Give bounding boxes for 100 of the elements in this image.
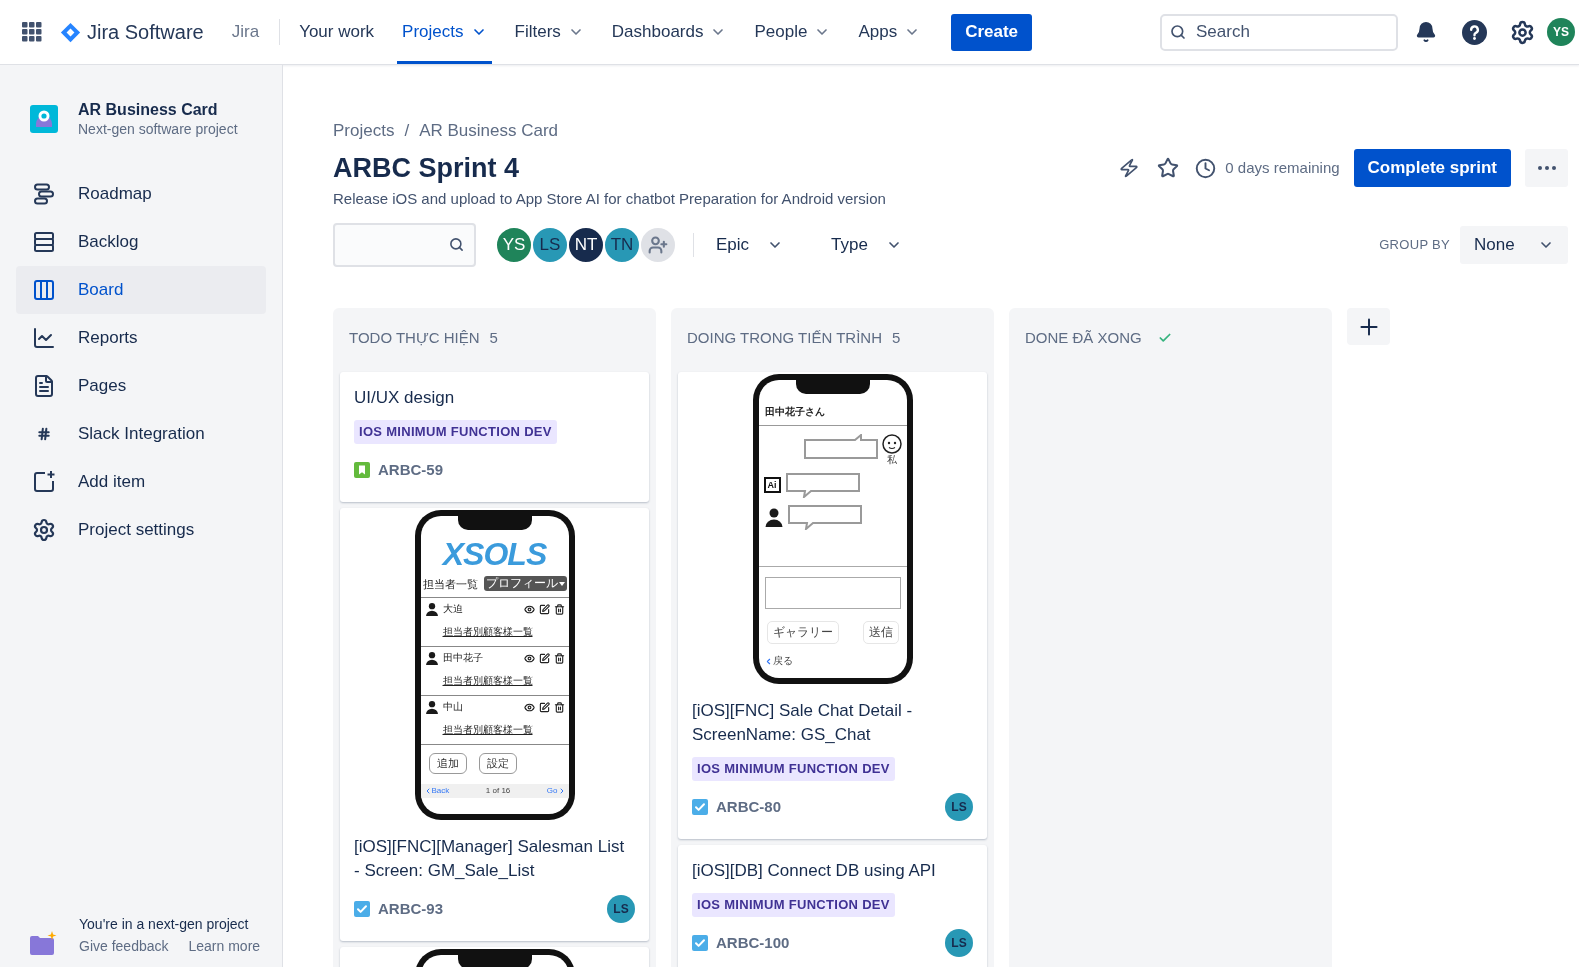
sidebar-item[interactable]: Reports — [16, 314, 266, 362]
bookmark-icon — [354, 462, 370, 478]
edit-icon — [538, 652, 550, 664]
sidebar-item[interactable]: Slack Integration — [16, 410, 266, 458]
customer-list-link: 担当者別顧客様一覧 — [442, 675, 533, 686]
eye-icon — [523, 603, 535, 615]
trash-icon — [553, 652, 565, 664]
column-count: 5 — [892, 327, 901, 348]
project-type: Next-gen software project — [78, 120, 238, 138]
column-title: DONE ĐÃ XONG — [1025, 327, 1142, 348]
issue-card[interactable]: UI/UX design IOS MINIMUM FUNCTION DEV ARBC-59 — [340, 372, 649, 502]
search-icon — [449, 237, 464, 252]
column-count: 5 — [489, 327, 498, 348]
nav-tab[interactable]: Your work — [294, 0, 380, 64]
eye-icon — [523, 652, 535, 664]
stacked-rows-icon — [32, 230, 56, 254]
nav-tab[interactable]: People — [749, 0, 836, 64]
filter-search-field[interactable] — [333, 223, 476, 267]
epic-label: IOS MINIMUM FUNCTION DEV — [692, 757, 895, 781]
more-icon — [1537, 166, 1556, 170]
column-title: DOING TRONG TIẾN TRÌNH — [687, 327, 882, 348]
epic-label: IOS MINIMUM FUNCTION DEV — [354, 420, 557, 444]
user-avatar[interactable]: YS — [1547, 18, 1575, 46]
contact-name: 田中花子さん — [764, 406, 825, 417]
card-title: [iOS][FNC][Manager] Salesman List - Screen: GM_Sale_List — [354, 836, 626, 882]
notch-icon — [795, 380, 870, 394]
add-square-icon — [32, 470, 56, 494]
complete-sprint-button[interactable]: Complete sprint — [1353, 149, 1511, 187]
page-label: 1 of 16 — [485, 786, 511, 796]
logo-text: XSOLS — [442, 538, 547, 570]
product-name[interactable]: Jira Software — [87, 17, 204, 47]
speech-bubble-icon — [784, 472, 861, 498]
nav-tab[interactable]: Filters — [509, 0, 589, 64]
screen-button: 追加 — [428, 753, 467, 774]
footer-link[interactable]: Learn more — [188, 935, 261, 957]
customer-list-link: 担当者別顧客様一覧 — [442, 626, 533, 637]
breadcrumb-separator: / — [404, 120, 410, 142]
more-button[interactable] — [1525, 149, 1568, 187]
checkmark-icon — [692, 799, 708, 815]
speech-bubble-icon — [786, 504, 863, 530]
folder-icon — [30, 931, 57, 955]
sprint-title: ARBC Sprint 4 — [333, 151, 519, 185]
assignee-filter-avatar[interactable]: TN — [603, 226, 641, 264]
issue-key: ARBC-93 — [378, 897, 443, 921]
grid-icon[interactable] — [22, 22, 42, 42]
days-remaining: 0 days remaining — [1225, 157, 1340, 178]
issue-card[interactable]: 田中花子さん 私 Ai ギャラリー 送信 戻る [iOS][FNC] Sale Chat Detail - ScreenName: GS_Chat IOS MINIMUM FUNCTION DEV ARBC-80 LS — [678, 372, 987, 839]
assignee-avatar: LS — [945, 793, 973, 821]
nav-tab[interactable]: Apps — [853, 0, 926, 64]
project-name: AR Business Card — [78, 100, 219, 120]
settings-icon[interactable] — [1510, 19, 1535, 45]
edit-icon — [538, 701, 550, 713]
issue-key: ARBC-80 — [716, 795, 781, 819]
person-icon — [424, 700, 439, 714]
nav-tab[interactable]: Projects — [397, 0, 492, 64]
search-field[interactable]: Search — [1160, 13, 1398, 51]
me-label: 私 — [886, 454, 897, 466]
diamond-logo-icon[interactable] — [60, 21, 81, 43]
help-icon[interactable] — [1462, 19, 1487, 45]
footer-link[interactable]: Give feedback — [79, 935, 169, 957]
dropdown-label: プロフィール — [485, 576, 558, 591]
issue-card[interactable]: [iOS][DB] Connect DB using API IOS MINIMUM FUNCTION DEV ARBC-100 LS — [678, 845, 987, 967]
add-column-button[interactable] — [1347, 308, 1390, 345]
filter-dropdown[interactable]: Type — [819, 226, 914, 264]
nav-tab[interactable]: Dashboards — [606, 0, 732, 64]
sidebar-item[interactable]: Add item — [16, 458, 266, 506]
sprint-goal: Release iOS and upload to App Store AI for chatbot Preparation for Android version — [333, 189, 887, 209]
notch-icon — [457, 955, 532, 967]
caret-down-icon — [558, 581, 565, 586]
bell-icon[interactable] — [1415, 21, 1437, 43]
eye-icon — [523, 701, 535, 713]
customer-list-link: 担当者別顧客様一覧 — [442, 724, 533, 735]
sidebar-item[interactable]: Project settings — [16, 506, 266, 554]
sidebar-item[interactable]: Board — [16, 266, 266, 314]
trash-icon — [553, 603, 565, 615]
create-button[interactable]: Create — [951, 13, 1033, 51]
group-by-dropdown[interactable]: None — [1460, 226, 1568, 264]
speech-bubble-icon — [802, 434, 879, 460]
assignee-filter-avatar[interactable]: LS — [531, 226, 569, 264]
sidebar-item[interactable]: Roadmap — [16, 170, 266, 218]
issue-card[interactable]: XSOLS 担当者一覧 プロフィール 大迫 担当者別顧客様一覧 田中花子 担当者別顧客様一覧 中山 担当者別顧客様一覧 追加 設定 Back 1 of 16 Go [iOS][FNC][Manager] Salesman List - Screen: GM_Sale_List ARBC-93 LS — [340, 508, 649, 941]
filter-dropdown[interactable]: Epic — [704, 226, 796, 264]
epic-label: IOS MINIMUM FUNCTION DEV — [692, 893, 895, 917]
assignee-filter-avatar[interactable]: NT — [567, 226, 605, 264]
breadcrumb-link[interactable]: AR Business Card — [419, 120, 559, 142]
breadcrumb-link[interactable]: Projects — [333, 120, 395, 142]
sidebar-item[interactable]: Backlog — [16, 218, 266, 266]
clock-icon — [1195, 157, 1217, 179]
project-avatar-icon[interactable] — [30, 105, 58, 133]
site-name[interactable]: Jira — [231, 19, 260, 45]
hash-icon — [37, 427, 51, 441]
assignee-avatar: LS — [607, 895, 635, 923]
assignee-filter-avatar[interactable]: YS — [495, 226, 533, 264]
checkmark-icon — [354, 901, 370, 917]
notch-icon — [457, 516, 532, 530]
assignee-avatar: LS — [945, 929, 973, 957]
sidebar-item[interactable]: Pages — [16, 362, 266, 410]
star-icon[interactable] — [1157, 157, 1180, 179]
trash-icon — [553, 701, 565, 713]
screen-heading: 担当者一覧 — [422, 576, 478, 591]
